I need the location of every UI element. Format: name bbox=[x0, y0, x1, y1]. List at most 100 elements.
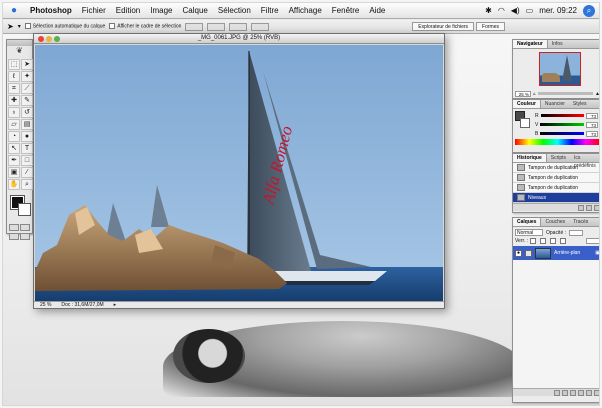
doc-size-info[interactable]: Doc : 31,6M/27,0M bbox=[61, 302, 103, 308]
quickmask-mode-button[interactable] bbox=[20, 224, 30, 231]
zoom-out-icon[interactable]: ▵ bbox=[533, 91, 536, 97]
delete-layer-icon[interactable] bbox=[594, 390, 599, 396]
tab-brushes[interactable]: Formes bbox=[476, 22, 505, 31]
screen-mode-full[interactable] bbox=[20, 233, 30, 240]
navigator-zoom-field[interactable]: 25 % bbox=[515, 90, 531, 97]
trash-icon[interactable] bbox=[594, 205, 599, 211]
tab-navigator[interactable]: Navigateur bbox=[513, 40, 548, 48]
menu-affichage[interactable]: Affichage bbox=[284, 6, 327, 15]
menu-calque[interactable]: Calque bbox=[178, 6, 213, 15]
align-buttons-2[interactable] bbox=[207, 22, 226, 31]
navigator-zoom-slider[interactable]: 25 % ▵ ▲ bbox=[513, 89, 599, 98]
zoom-tool-icon[interactable]: ⌕ bbox=[21, 179, 33, 190]
volume-icon[interactable]: ◀) bbox=[511, 6, 520, 15]
menu-clock[interactable]: mer. 09:22 bbox=[539, 6, 577, 15]
tab-tool-presets[interactable]: Ics prédéfinis bbox=[570, 154, 599, 169]
background-color[interactable] bbox=[18, 203, 31, 216]
dodge-tool-icon[interactable]: ● bbox=[21, 131, 33, 142]
apple-icon[interactable]: ● bbox=[3, 5, 25, 16]
color-spectrum-ramp[interactable] bbox=[515, 139, 599, 145]
history-brush-icon[interactable]: ↺ bbox=[21, 107, 33, 118]
tab-channels[interactable]: Couches bbox=[541, 218, 569, 226]
menu-selection[interactable]: Sélection bbox=[213, 6, 256, 15]
screen-mode-standard[interactable] bbox=[9, 233, 19, 240]
snapshot-icon[interactable] bbox=[586, 205, 592, 211]
path-selection-icon[interactable]: ↖ bbox=[8, 143, 20, 154]
spotlight-icon[interactable]: ⌕ bbox=[583, 4, 595, 17]
menu-image[interactable]: Image bbox=[145, 6, 177, 15]
eyedropper-icon[interactable]: ⁄ bbox=[21, 167, 33, 178]
show-bbox-option[interactable]: Afficher le cadre de sélection bbox=[109, 23, 181, 30]
bluetooth-icon[interactable]: ✱ bbox=[485, 6, 492, 15]
pen-tool-icon[interactable]: ✒ bbox=[8, 155, 20, 166]
menu-fenetre[interactable]: Fenêtre bbox=[327, 6, 365, 15]
tab-color[interactable]: Couleur bbox=[513, 100, 541, 108]
distribute-buttons-2[interactable] bbox=[251, 22, 270, 31]
image-canvas[interactable]: Alfa Romeo bbox=[35, 45, 443, 303]
eraser-tool-icon[interactable]: ▱ bbox=[8, 119, 20, 130]
clone-stamp-icon[interactable]: ♁ bbox=[8, 107, 20, 118]
hand-tool-icon[interactable]: ✋ bbox=[8, 179, 20, 190]
red-slider[interactable]: R 73 bbox=[533, 111, 599, 120]
layer-row-background[interactable]: ● Arrière-plan ▣ bbox=[513, 246, 599, 260]
marquee-tool-icon[interactable]: ⬚ bbox=[8, 59, 20, 70]
menu-edition[interactable]: Edition bbox=[111, 6, 145, 15]
type-tool-icon[interactable]: T bbox=[21, 143, 33, 154]
color-panel-swatches[interactable] bbox=[515, 111, 531, 129]
green-value[interactable]: 73 bbox=[586, 121, 598, 128]
layer-set-icon[interactable] bbox=[570, 390, 576, 396]
blue-value[interactable]: 73 bbox=[586, 130, 598, 137]
tab-swatches[interactable]: Nuancier bbox=[541, 100, 569, 108]
crop-tool-icon[interactable]: ⌗ bbox=[8, 83, 20, 94]
tab-paths[interactable]: Tracés bbox=[569, 218, 592, 226]
document-titlebar[interactable]: _MG_0061.JPG @ 25% (RVB) bbox=[34, 34, 444, 44]
new-layer-icon[interactable] bbox=[586, 390, 592, 396]
slice-tool-icon[interactable]: ⟋ bbox=[21, 83, 33, 94]
lock-position-icon[interactable] bbox=[550, 238, 557, 244]
red-value[interactable]: 73 bbox=[586, 112, 598, 119]
zoom-field[interactable]: 25 % bbox=[40, 302, 51, 308]
new-document-icon[interactable] bbox=[578, 205, 584, 211]
notes-tool-icon[interactable]: ▣ bbox=[8, 167, 20, 178]
menu-fichier[interactable]: Fichier bbox=[77, 6, 111, 15]
status-arrow-icon[interactable]: ▸ bbox=[114, 302, 117, 308]
layer-style-icon[interactable] bbox=[554, 390, 560, 396]
close-icon[interactable] bbox=[38, 36, 44, 42]
auto-select-option[interactable]: Sélection automatique du calque bbox=[24, 23, 105, 30]
tab-history[interactable]: Historique bbox=[513, 154, 547, 162]
opacity-field[interactable] bbox=[569, 229, 584, 236]
adjustment-layer-icon[interactable] bbox=[578, 390, 584, 396]
history-item[interactable]: Tampon de duplication bbox=[513, 183, 599, 193]
menu-app[interactable]: Photoshop bbox=[25, 6, 77, 15]
move-tool-icon[interactable]: ➤ bbox=[7, 22, 14, 31]
menu-filtre[interactable]: Filtre bbox=[256, 6, 284, 15]
auto-select-checkbox[interactable] bbox=[24, 23, 31, 30]
history-item[interactable]: Tampon de duplication bbox=[513, 173, 599, 183]
tab-styles[interactable]: Styles bbox=[569, 100, 591, 108]
wifi-icon[interactable]: ◠ bbox=[498, 6, 505, 15]
zoom-in-icon[interactable]: ▲ bbox=[595, 91, 599, 97]
show-bbox-checkbox[interactable] bbox=[109, 23, 116, 30]
display-icon[interactable]: ▭ bbox=[526, 6, 534, 15]
green-slider[interactable]: V 73 bbox=[533, 120, 599, 129]
distribute-buttons-1[interactable] bbox=[229, 22, 248, 31]
tab-layers[interactable]: Calques bbox=[513, 218, 542, 226]
lock-transparency-icon[interactable] bbox=[530, 238, 537, 244]
move-tool-icon[interactable]: ➤ bbox=[21, 59, 33, 70]
photoshop-feather-icon[interactable]: ❦ bbox=[7, 46, 32, 58]
eye-icon[interactable]: ● bbox=[515, 249, 522, 257]
zoom-window-icon[interactable] bbox=[54, 36, 60, 42]
tab-info[interactable]: Infos bbox=[548, 40, 567, 48]
gradient-tool-icon[interactable]: ▤ bbox=[21, 119, 33, 130]
lock-pixels-icon[interactable] bbox=[540, 238, 547, 244]
navigator-thumbnail[interactable] bbox=[539, 52, 581, 86]
blur-tool-icon[interactable]: ◔ bbox=[8, 131, 20, 142]
minimize-icon[interactable] bbox=[46, 36, 52, 42]
lasso-tool-icon[interactable]: ℓ bbox=[8, 71, 20, 82]
fill-field[interactable] bbox=[586, 238, 599, 244]
layer-mask-icon[interactable] bbox=[562, 390, 568, 396]
magic-wand-icon[interactable]: ✦ bbox=[21, 71, 33, 82]
shape-tool-icon[interactable]: □ bbox=[21, 155, 33, 166]
brush-tool-icon[interactable]: ✎ bbox=[21, 95, 33, 106]
align-buttons-1[interactable] bbox=[185, 22, 204, 31]
